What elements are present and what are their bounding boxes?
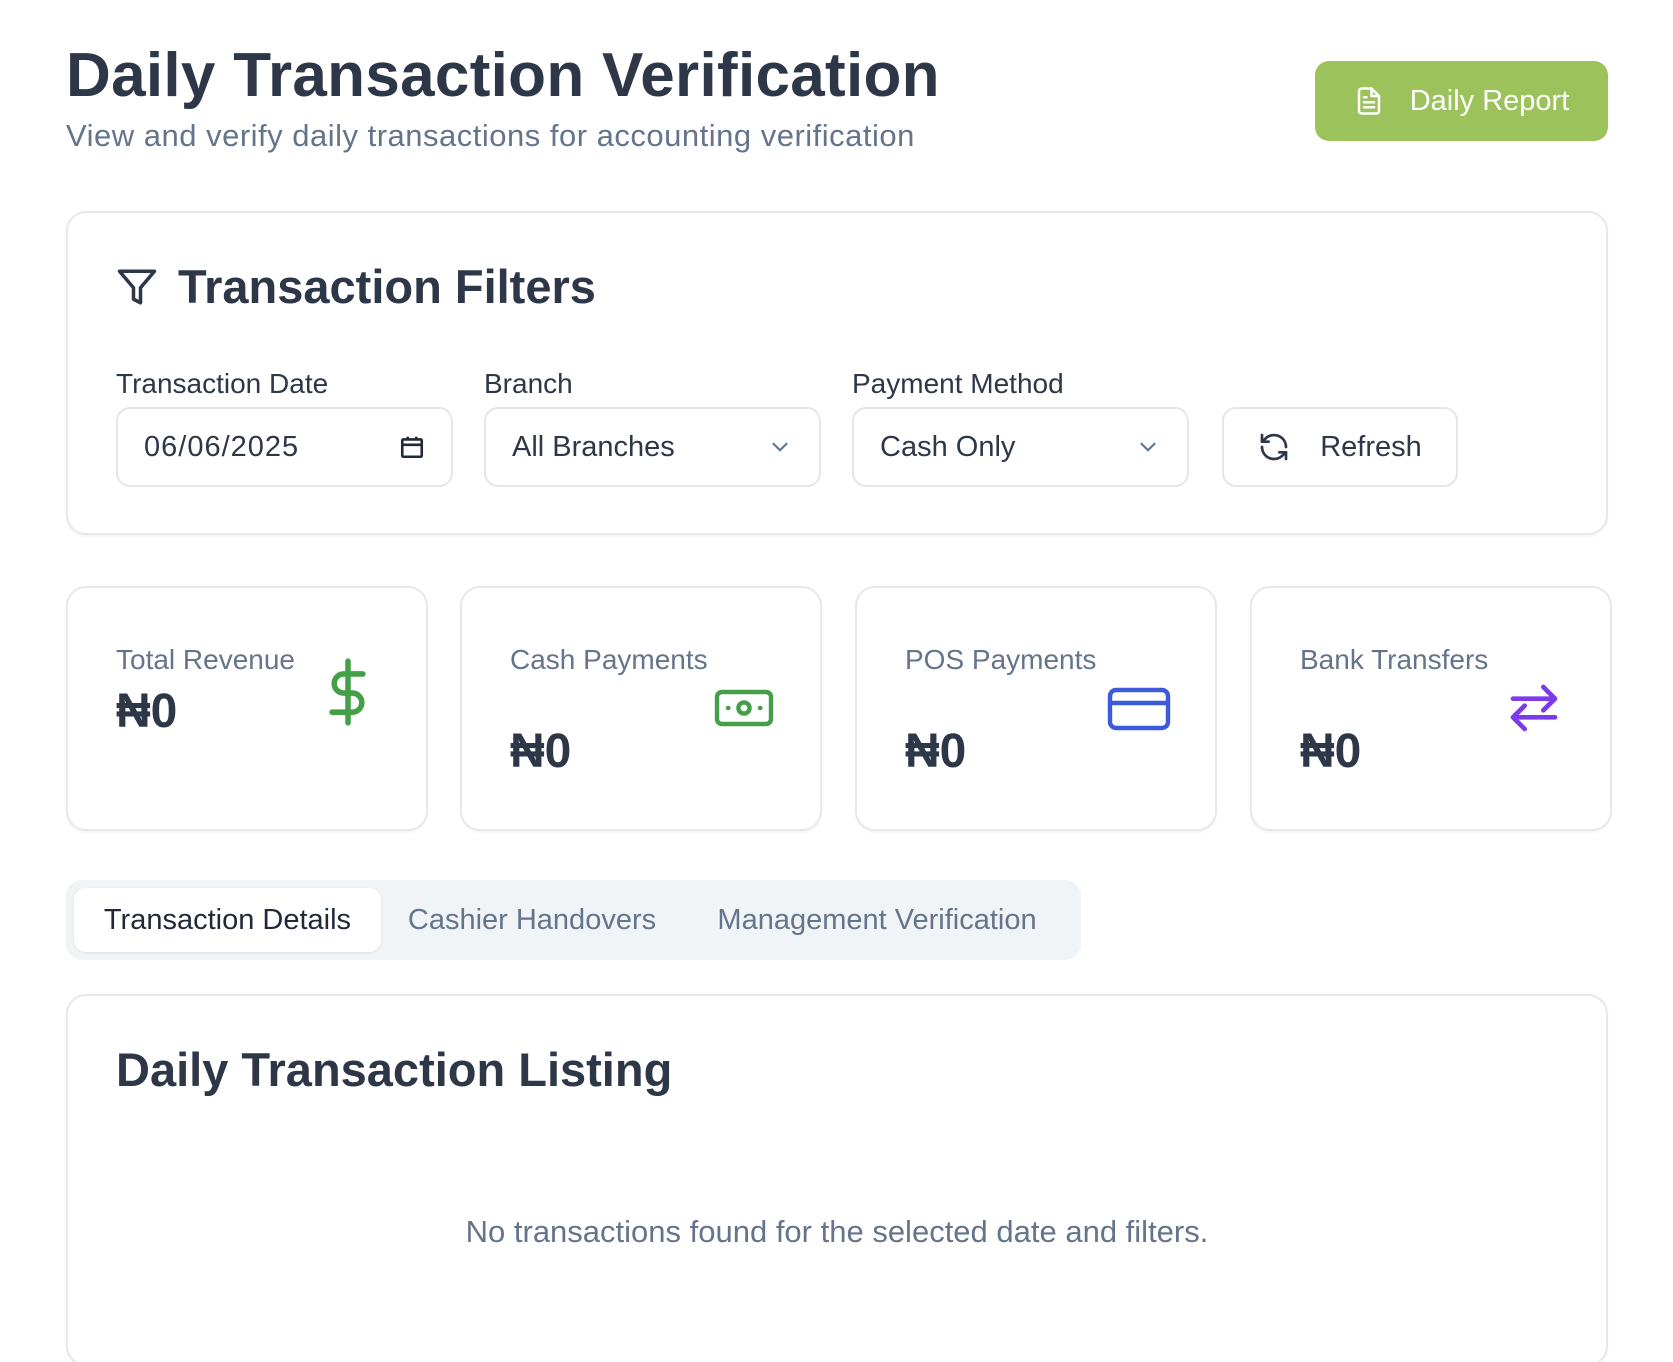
payment-method-select[interactable]: Cash Only xyxy=(852,407,1189,487)
transaction-date-value: 06/06/2025 xyxy=(144,430,300,463)
stat-card-bank-transfers: Bank Transfers ₦0 xyxy=(1250,586,1612,831)
branch-value: All Branches xyxy=(512,430,675,463)
chevron-down-icon xyxy=(772,442,788,452)
stat-label: Bank Transfers xyxy=(1300,644,1489,675)
page-title: Daily Transaction Verification xyxy=(66,41,940,110)
chevron-down-icon xyxy=(1140,442,1156,452)
tab-management-verification[interactable]: Management Verification xyxy=(682,888,1072,952)
tab-transaction-details[interactable]: Transaction Details xyxy=(74,888,381,952)
stat-card-pos-payments: POS Payments ₦0 xyxy=(855,586,1217,831)
stat-value: ₦0 xyxy=(510,725,572,778)
payment-method-value: Cash Only xyxy=(880,430,1016,463)
filters-title: Transaction Filters xyxy=(178,260,596,313)
stat-label: POS Payments xyxy=(905,644,1097,675)
stat-value: ₦0 xyxy=(1300,725,1362,778)
transfer-icon xyxy=(1510,684,1558,732)
dollar-icon xyxy=(329,658,366,726)
daily-report-label: Daily Report xyxy=(1409,84,1570,117)
transaction-filters-card: Transaction Filters Transaction Date 06/… xyxy=(66,211,1608,535)
stat-card-cash-payments: Cash Payments ₦0 xyxy=(460,586,822,831)
transaction-listing-card: Daily Transaction Listing No transaction… xyxy=(66,994,1608,1362)
filter-icon xyxy=(117,269,157,304)
payment-method-label: Payment Method xyxy=(852,368,1064,399)
tab-cashier-handovers[interactable]: Cashier Handovers xyxy=(390,888,674,952)
filters-heading: Transaction Filters xyxy=(116,259,596,314)
branch-label: Branch xyxy=(484,368,573,399)
refresh-icon xyxy=(1260,433,1288,461)
stat-value: ₦0 xyxy=(116,685,178,738)
page-subtitle: View and verify daily transactions for a… xyxy=(66,118,915,153)
stat-label: Cash Payments xyxy=(510,644,708,675)
banknote-icon xyxy=(714,689,774,727)
credit-card-icon xyxy=(1107,687,1171,731)
transaction-date-input[interactable]: 06/06/2025 xyxy=(116,407,453,487)
file-text-icon xyxy=(1357,87,1380,115)
page: Daily Transaction Verification View and … xyxy=(0,0,1673,1362)
refresh-label: Refresh xyxy=(1320,430,1422,463)
refresh-button[interactable]: Refresh xyxy=(1222,407,1458,487)
listing-title: Daily Transaction Listing xyxy=(116,1043,673,1096)
stat-value: ₦0 xyxy=(905,725,967,778)
calendar-icon[interactable] xyxy=(399,434,425,460)
transaction-date-label: Transaction Date xyxy=(116,368,329,399)
empty-state-message: No transactions found for the selected d… xyxy=(465,1214,1209,1249)
tab-bar: Transaction Details Cashier Handovers Ma… xyxy=(66,880,1081,960)
daily-report-button[interactable]: Daily Report xyxy=(1315,61,1608,141)
stat-card-total-revenue: Total Revenue ₦0 xyxy=(66,586,428,831)
branch-select[interactable]: All Branches xyxy=(484,407,821,487)
